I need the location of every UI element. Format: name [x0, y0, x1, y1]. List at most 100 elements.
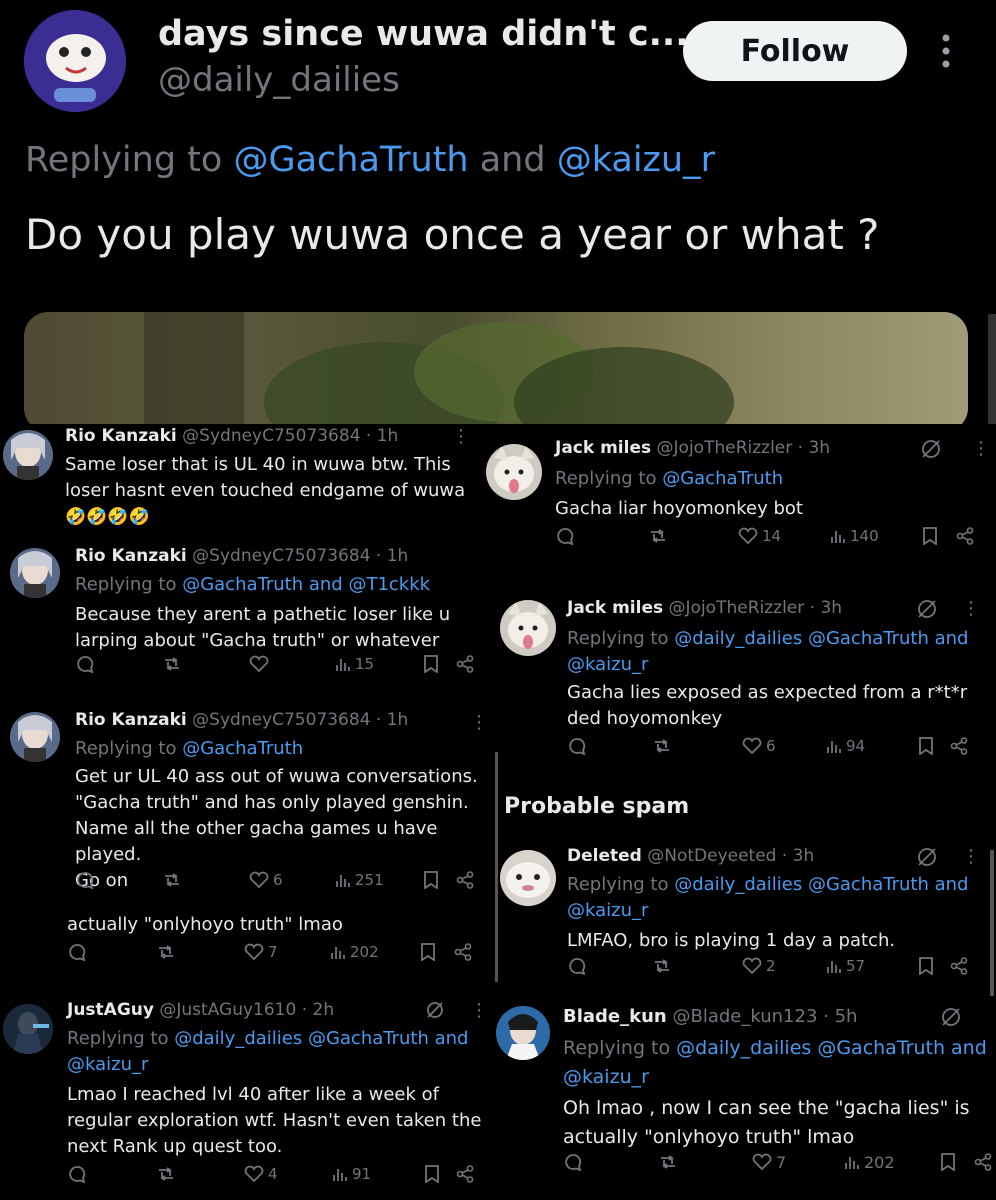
reply-icon[interactable] [568, 737, 586, 755]
timestamp[interactable]: · 3h [810, 598, 842, 618]
avatar[interactable] [24, 10, 126, 112]
share-icon[interactable] [974, 1153, 992, 1171]
views-count[interactable]: 202 [844, 1153, 895, 1172]
like-count[interactable]: 6 [742, 737, 776, 755]
tweet-card[interactable]: Jack miles @JojoTheRizzler · 3h ⋮ Replyi… [474, 424, 996, 584]
mention-link[interactable]: @daily_dailies @GachaTruth and [174, 1028, 468, 1049]
mention-link[interactable]: @kaizu_r [567, 898, 968, 924]
author-handle[interactable]: @SydneyC75073684 [192, 546, 370, 566]
display-name[interactable]: days since wuwa didn't c... [158, 14, 689, 54]
views-count[interactable]: 15 [335, 655, 374, 673]
avatar[interactable] [496, 1006, 550, 1060]
timestamp[interactable]: · 1h [366, 426, 398, 446]
mention-link[interactable]: @GachaTruth and @T1ckkk [182, 574, 430, 595]
tweet-card[interactable]: Jack miles @JojoTheRizzler · 3h ⋮ Replyi… [498, 586, 996, 778]
author-handle[interactable]: @NotDeyeeted [647, 846, 776, 866]
grok-icon[interactable] [916, 598, 938, 620]
retweet-icon[interactable] [156, 943, 176, 961]
author-name[interactable]: Rio Kanzaki [65, 426, 177, 446]
share-icon[interactable] [950, 737, 968, 755]
mention-link[interactable]: @daily_dailies @GachaTruth and [676, 1037, 987, 1059]
mention-link[interactable]: @kaizu_r [567, 652, 968, 678]
views-count[interactable]: 57 [826, 957, 865, 975]
retweet-icon[interactable] [648, 527, 668, 545]
views-count[interactable]: 94 [826, 737, 865, 755]
reply-icon[interactable] [556, 527, 574, 545]
grok-icon[interactable] [425, 1000, 445, 1020]
like-count[interactable]: 6 [249, 871, 283, 889]
author-handle[interactable]: @Blade_kun123 [672, 1006, 817, 1027]
author-name[interactable]: Blade_kun [563, 1006, 667, 1027]
author-name[interactable]: Jack miles [567, 598, 663, 618]
mention-link[interactable]: @daily_dailies @GachaTruth and [674, 628, 968, 649]
retweet-icon[interactable] [652, 957, 672, 975]
reply-icon[interactable] [76, 871, 94, 889]
bookmark-icon[interactable] [420, 943, 436, 961]
retweet-icon[interactable] [658, 1153, 678, 1171]
avatar[interactable] [500, 850, 556, 906]
author-name[interactable]: Deleted [567, 846, 642, 866]
timestamp[interactable]: · 2h [302, 1000, 334, 1020]
retweet-icon[interactable] [652, 737, 672, 755]
share-icon[interactable] [454, 943, 472, 961]
more-options-icon[interactable]: ⋮ [452, 426, 470, 447]
avatar[interactable] [500, 600, 556, 656]
mention-link[interactable]: @GachaTruth [233, 140, 468, 180]
reply-icon[interactable] [68, 1165, 86, 1183]
timestamp[interactable]: · 5h [823, 1006, 857, 1027]
author-name[interactable]: Rio Kanzaki [75, 546, 187, 566]
author-handle[interactable]: @SydneyC75073684 [182, 426, 360, 446]
mention-link[interactable]: @kaizu_r [67, 1052, 468, 1078]
tweet-card[interactable]: actually "onlyhoyo truth" lmao 7 202 [0, 912, 494, 986]
scrollbar[interactable] [990, 850, 994, 1000]
views-count[interactable]: 251 [335, 871, 384, 889]
mention-link[interactable]: @GachaTruth [182, 738, 303, 759]
retweet-icon[interactable] [162, 655, 182, 673]
media-image[interactable] [24, 312, 968, 432]
avatar[interactable] [486, 444, 542, 500]
reply-icon[interactable] [76, 655, 94, 673]
tweet-card[interactable]: Rio Kanzaki @SydneyC75073684 · 1h ⋮ Repl… [0, 700, 496, 912]
views-count[interactable]: 140 [830, 527, 879, 545]
author-handle[interactable]: @JustAGuy1610 [159, 1000, 296, 1020]
bookmark-icon[interactable] [423, 655, 439, 673]
author-handle[interactable]: @SydneyC75073684 [192, 710, 370, 730]
bookmark-icon[interactable] [918, 737, 934, 755]
share-icon[interactable] [950, 957, 968, 975]
mention-link[interactable]: @kaizu_r [563, 1063, 987, 1092]
more-options-icon[interactable] [938, 34, 954, 68]
retweet-icon[interactable] [162, 871, 182, 889]
tweet-card[interactable]: JustAGuy @JustAGuy1610 · 2h ⋮ Replying t… [0, 994, 492, 1200]
bookmark-icon[interactable] [940, 1153, 956, 1171]
mention-link[interactable]: @daily_dailies @GachaTruth and [674, 874, 968, 895]
avatar[interactable] [3, 430, 53, 480]
mention-link[interactable]: @kaizu_r [557, 140, 715, 180]
share-icon[interactable] [456, 1165, 474, 1183]
handle[interactable]: @daily_dailies [158, 60, 400, 100]
follow-button[interactable]: Follow [683, 21, 907, 81]
grok-icon[interactable] [940, 1006, 962, 1028]
more-options-icon[interactable]: ⋮ [972, 438, 990, 459]
author-handle[interactable]: @JojoTheRizzler [669, 598, 805, 618]
like-count[interactable]: 7 [244, 943, 278, 961]
timestamp[interactable]: · 3h [782, 846, 814, 866]
avatar[interactable] [10, 712, 60, 762]
scrollbar[interactable] [988, 314, 996, 424]
grok-icon[interactable] [916, 846, 938, 868]
avatar[interactable] [3, 1004, 53, 1054]
reply-icon[interactable] [68, 943, 86, 961]
tweet-card[interactable]: Rio Kanzaki @SydneyC75073684 · 1h ⋮ Same… [0, 424, 496, 536]
timestamp[interactable]: · 1h [376, 546, 408, 566]
bookmark-icon[interactable] [918, 957, 934, 975]
like-icon[interactable] [249, 655, 269, 673]
author-name[interactable]: Rio Kanzaki [75, 710, 187, 730]
bookmark-icon[interactable] [922, 527, 938, 545]
bookmark-icon[interactable] [423, 871, 439, 889]
views-count[interactable]: 91 [332, 1165, 371, 1183]
author-handle[interactable]: @JojoTheRizzler [657, 438, 793, 458]
timestamp[interactable]: · 1h [376, 710, 408, 730]
share-icon[interactable] [956, 527, 974, 545]
like-count[interactable]: 14 [738, 527, 781, 545]
author-name[interactable]: Jack miles [555, 438, 651, 458]
bookmark-icon[interactable] [424, 1165, 440, 1183]
